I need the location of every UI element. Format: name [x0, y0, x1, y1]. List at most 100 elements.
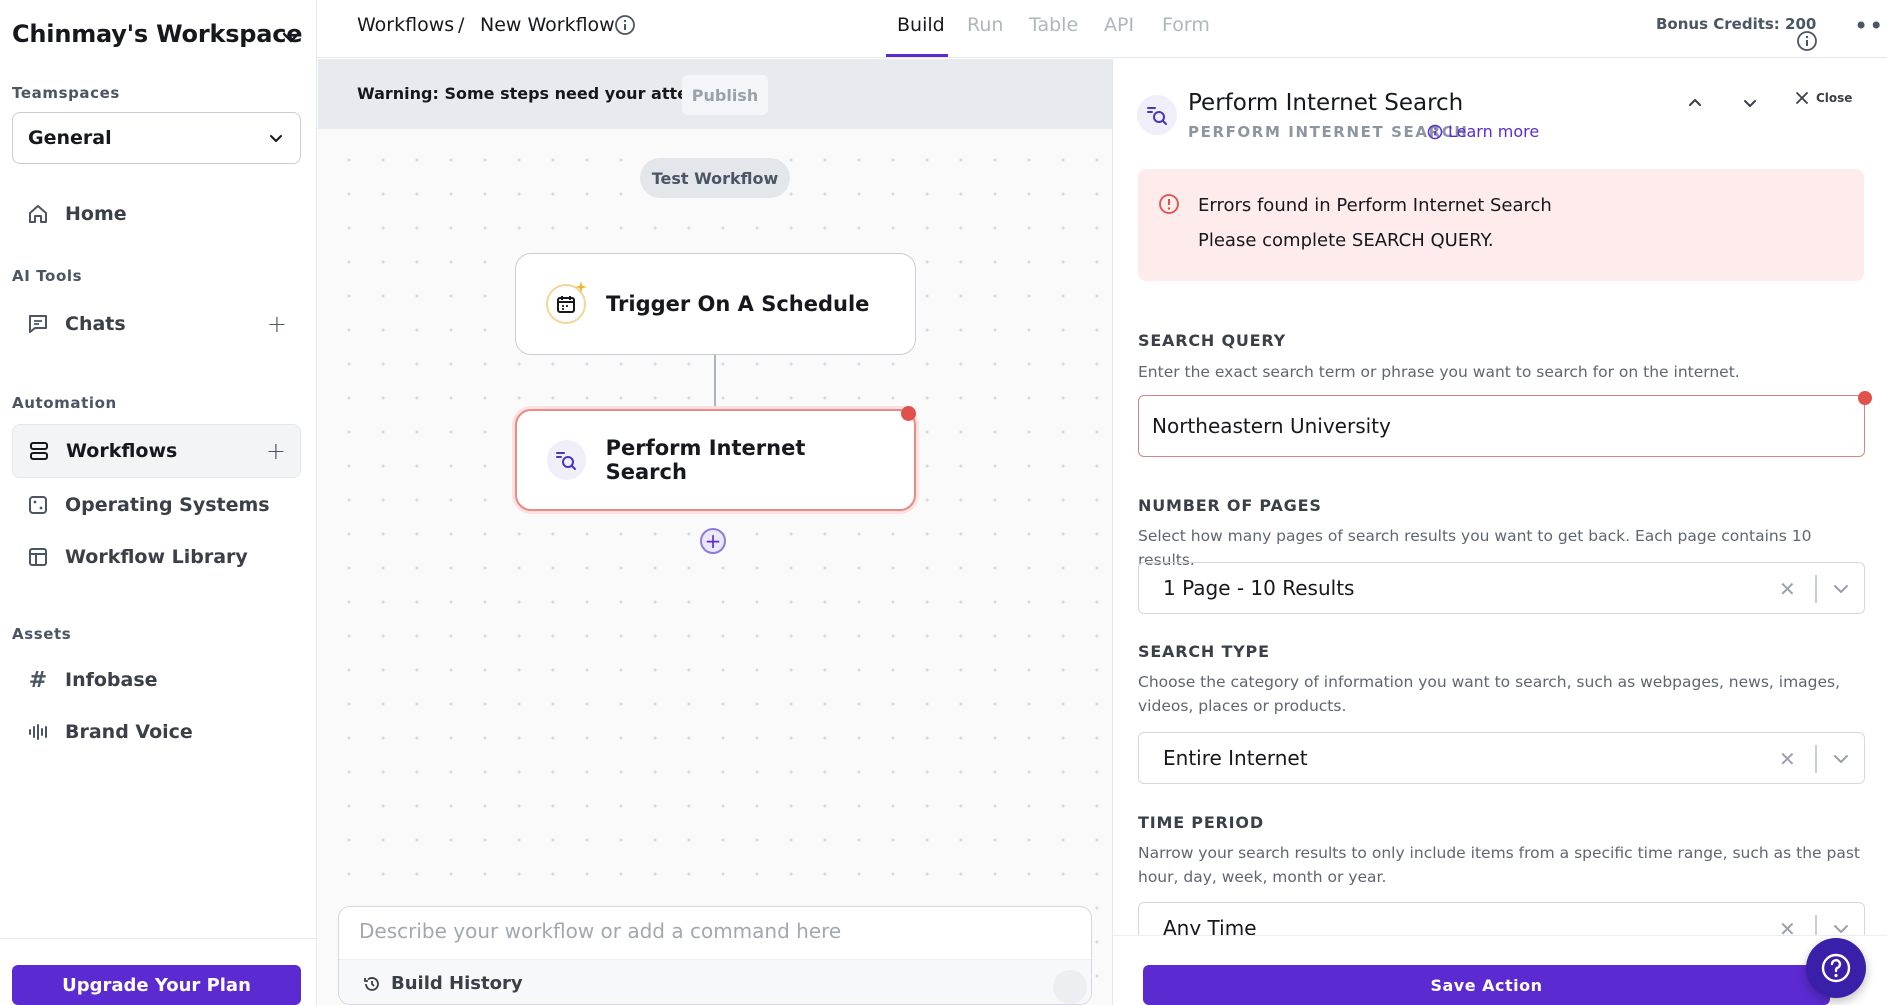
upgrade-plan-button[interactable]: Upgrade Your Plan	[12, 965, 301, 1005]
assets-label: Assets	[12, 625, 72, 643]
publish-button[interactable]: Publish	[682, 75, 768, 115]
workspace-title: Chinmay's Workspace	[12, 20, 303, 48]
field-error-indicator	[1858, 391, 1872, 405]
action-settings-panel: Perform Internet Search PERFORM INTERNET…	[1112, 59, 1887, 1005]
chevron-down-icon	[270, 135, 282, 142]
ai-tools-label: AI Tools	[12, 267, 83, 285]
question-icon	[1821, 953, 1851, 983]
add-step-button[interactable]: +	[700, 528, 726, 554]
sidebar-item-label: Infobase	[65, 669, 158, 691]
sidebar-item-label: Home	[65, 203, 127, 225]
save-action-button[interactable]: Save Action	[1143, 965, 1830, 1005]
search-type-label: SEARCH TYPE	[1138, 642, 1270, 661]
chat-icon	[26, 312, 50, 336]
sparkle-icon	[575, 281, 587, 293]
history-icon	[364, 976, 379, 991]
sidebar-item-workflow-library[interactable]: Workflow Library	[12, 530, 301, 584]
info-icon[interactable]	[614, 14, 636, 36]
number-of-pages-select[interactable]: 1 Page - 10 Results ✕	[1138, 562, 1865, 614]
breadcrumb-separator: /	[458, 14, 465, 36]
info-icon[interactable]	[1796, 30, 1818, 52]
command-input[interactable]: Describe your workflow or add a command …	[359, 919, 841, 943]
number-of-pages-label: NUMBER OF PAGES	[1138, 496, 1322, 515]
error-alert: Errors found in Perform Internet Search …	[1138, 169, 1864, 281]
clear-icon[interactable]: ✕	[1779, 577, 1796, 601]
node-connector	[714, 355, 716, 407]
error-title: Errors found in Perform Internet Search	[1198, 195, 1552, 216]
close-icon	[1796, 92, 1808, 104]
chevron-down-icon[interactable]	[1738, 91, 1762, 115]
chevron-up-icon[interactable]	[1683, 91, 1707, 115]
automation-label: Automation	[12, 394, 117, 412]
sidebar-item-label: Operating Systems	[65, 494, 270, 516]
error-message: Please complete SEARCH QUERY.	[1198, 230, 1494, 251]
top-bar: Workflows / New Workflow Build Run Table…	[318, 0, 1887, 58]
sidebar: Chinmay's Workspace Teamspaces General H…	[0, 0, 317, 1005]
sidebar-item-chats[interactable]: Chats +	[12, 297, 301, 351]
operating-systems-icon	[26, 493, 50, 517]
home-icon	[26, 202, 50, 226]
tab-form[interactable]: Form	[1162, 14, 1210, 36]
workflow-icon	[27, 439, 51, 463]
warning-text: Warning: Some steps need your attention	[357, 84, 735, 103]
select-value: 1 Page - 10 Results	[1163, 576, 1355, 600]
sidebar-item-brand-voice[interactable]: Brand Voice	[12, 705, 301, 759]
teamspace-select[interactable]: General	[12, 112, 301, 164]
send-command-button[interactable]	[1053, 970, 1087, 1004]
sidebar-item-operating-systems[interactable]: Operating Systems	[12, 478, 301, 532]
add-workflow-icon[interactable]: +	[266, 437, 286, 465]
panel-title: Perform Internet Search	[1188, 90, 1464, 116]
search-type-select[interactable]: Entire Internet ✕	[1138, 732, 1865, 784]
tab-run[interactable]: Run	[967, 14, 1003, 36]
sidebar-item-workflows[interactable]: Workflows +	[12, 424, 301, 478]
workflow-node-search[interactable]: Perform Internet Search	[515, 409, 916, 511]
close-panel-button[interactable]: Close	[1795, 91, 1852, 105]
learn-more-label: Learn more	[1448, 122, 1540, 141]
help-button[interactable]	[1806, 938, 1866, 998]
bonus-credits: Bonus Credits: 200	[1656, 15, 1817, 33]
sidebar-item-label: Workflows	[66, 440, 178, 462]
teamspaces-label: Teamspaces	[12, 84, 120, 102]
chevron-down-icon[interactable]	[1831, 579, 1851, 599]
library-icon	[26, 545, 50, 569]
sidebar-item-label: Chats	[65, 313, 126, 335]
close-label: Close	[1816, 91, 1853, 105]
add-chat-icon[interactable]: +	[267, 310, 287, 338]
teamspace-value: General	[28, 127, 112, 149]
hash-icon: #	[28, 667, 48, 693]
clear-icon[interactable]: ✕	[1779, 747, 1796, 771]
breadcrumb-workflows[interactable]: Workflows	[357, 14, 454, 36]
tab-api[interactable]: API	[1104, 14, 1134, 36]
breadcrumb-current: New Workflow	[480, 14, 615, 36]
select-value: Entire Internet	[1163, 746, 1308, 770]
command-footer: Build History	[339, 959, 1091, 1004]
sidebar-item-label: Workflow Library	[65, 546, 248, 568]
tab-table[interactable]: Table	[1029, 14, 1078, 36]
node-label: Perform Internet Search	[605, 436, 806, 484]
workflow-canvas[interactable]: Warning: Some steps need your attention …	[318, 59, 1112, 1005]
build-history-button[interactable]: Build History	[363, 973, 523, 994]
sidebar-item-infobase[interactable]: # Infobase	[12, 653, 301, 707]
tab-build[interactable]: Build	[897, 14, 945, 36]
voice-bars-icon	[26, 720, 50, 744]
error-icon	[1159, 194, 1179, 214]
info-icon	[1427, 124, 1443, 139]
build-history-label: Build History	[391, 973, 523, 994]
sidebar-item-home[interactable]: Home	[12, 187, 301, 241]
chevron-down-icon[interactable]	[1831, 749, 1851, 769]
search-query-input[interactable]: Northeastern University	[1138, 395, 1865, 457]
search-list-icon	[1137, 95, 1177, 135]
search-type-help: Choose the category of information you w…	[1138, 673, 1841, 715]
select-separator	[1815, 575, 1817, 603]
time-period-help: Narrow your search results to only inclu…	[1138, 844, 1860, 886]
search-query-label: SEARCH QUERY	[1138, 331, 1287, 350]
more-options-icon[interactable]: •••	[1854, 12, 1887, 40]
select-separator	[1815, 745, 1817, 773]
time-period-label: TIME PERIOD	[1138, 813, 1264, 832]
sidebar-item-label: Brand Voice	[65, 721, 193, 743]
test-workflow-button[interactable]: Test Workflow	[640, 158, 790, 198]
workspace-chevron-down-icon[interactable]	[280, 26, 302, 48]
learn-more-link[interactable]: Learn more	[1427, 122, 1539, 141]
search-list-icon	[547, 440, 586, 480]
workflow-node-trigger[interactable]: Trigger On A Schedule	[515, 253, 916, 355]
